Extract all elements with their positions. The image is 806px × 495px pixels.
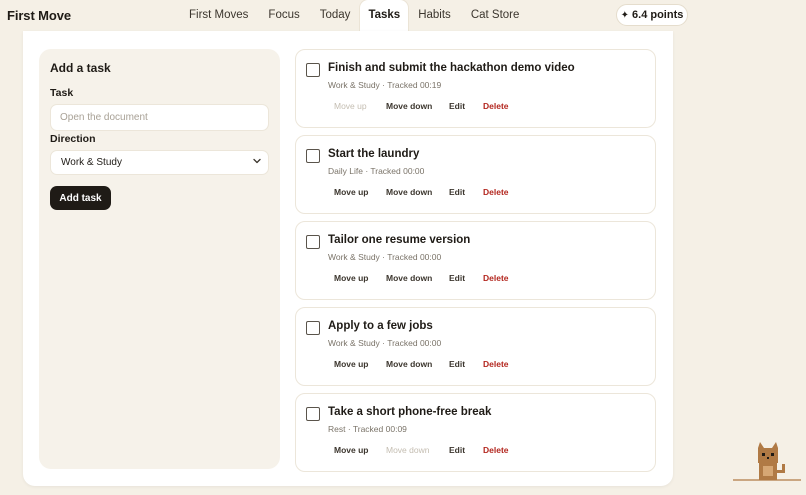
task-title: Finish and submit the hackathon demo vid… — [328, 62, 575, 74]
move-up-button[interactable]: Move up — [334, 445, 386, 455]
delete-button[interactable]: Delete — [483, 445, 509, 455]
edit-button[interactable]: Edit — [449, 359, 483, 369]
task-title: Apply to a few jobs — [328, 320, 433, 332]
edit-button[interactable]: Edit — [449, 445, 483, 455]
move-down-button[interactable]: Move down — [386, 359, 449, 369]
edit-button[interactable]: Edit — [449, 187, 483, 197]
edit-button[interactable]: Edit — [449, 273, 483, 283]
task-meta: Work & Study · Tracked 00:00 — [328, 252, 442, 262]
task-input[interactable] — [50, 104, 269, 131]
task-actions: Move up Move down Edit Delete — [334, 273, 509, 283]
direction-select-value: Work & Study — [61, 157, 122, 168]
task-card: Apply to a few jobs Work & Study · Track… — [295, 307, 656, 386]
tab-focus[interactable]: Focus — [258, 0, 309, 31]
move-down-button[interactable]: Move down — [386, 101, 449, 111]
task-actions: Move up Move down Edit Delete — [334, 101, 509, 111]
sparkle-icon: ✦ — [620, 9, 630, 21]
add-task-heading: Add a task — [50, 61, 111, 75]
move-up-button[interactable]: Move up — [334, 359, 386, 369]
edit-button[interactable]: Edit — [449, 101, 483, 111]
task-card: Tailor one resume version Work & Study ·… — [295, 221, 656, 300]
task-actions: Move up Move down Edit Delete — [334, 359, 509, 369]
tab-cat-store[interactable]: Cat Store — [461, 0, 530, 31]
points-badge[interactable]: ✦ 6.4 points — [616, 4, 688, 26]
task-actions: Move up Move down Edit Delete — [334, 187, 509, 197]
task-card: Start the laundry Daily Life · Tracked 0… — [295, 135, 656, 214]
tab-habits[interactable]: Habits — [408, 0, 461, 31]
task-field-label: Task — [50, 87, 74, 99]
task-title: Start the laundry — [328, 148, 420, 160]
task-meta: Work & Study · Tracked 00:00 — [328, 338, 442, 348]
delete-button[interactable]: Delete — [483, 359, 509, 369]
task-title: Take a short phone-free break — [328, 406, 492, 418]
direction-select[interactable]: Work & Study — [50, 150, 269, 175]
tab-today[interactable]: Today — [310, 0, 361, 31]
add-task-panel: Add a task Task Direction Work & Study A… — [39, 49, 280, 469]
app-brand[interactable]: First Move — [7, 8, 71, 23]
task-checkbox[interactable] — [306, 407, 320, 421]
move-up-button[interactable]: Move up — [334, 273, 386, 283]
task-meta: Work & Study · Tracked 00:19 — [328, 80, 442, 90]
delete-button[interactable]: Delete — [483, 187, 509, 197]
move-up-button[interactable]: Move up — [334, 187, 386, 197]
chevron-down-icon — [253, 158, 261, 164]
cat-icon[interactable] — [733, 440, 801, 484]
move-down-button[interactable]: Move down — [386, 273, 449, 283]
delete-button[interactable]: Delete — [483, 273, 509, 283]
tasks-card: Add a task Task Direction Work & Study A… — [23, 31, 673, 486]
move-up-button[interactable]: Move up — [334, 101, 386, 111]
main-nav: First Moves Focus Today Tasks Habits Cat… — [179, 0, 529, 31]
task-checkbox[interactable] — [306, 321, 320, 335]
add-task-button[interactable]: Add task — [50, 186, 111, 210]
tab-first-moves[interactable]: First Moves — [179, 0, 258, 31]
task-actions: Move up Move down Edit Delete — [334, 445, 509, 455]
move-down-button[interactable]: Move down — [386, 445, 449, 455]
task-card: Finish and submit the hackathon demo vid… — [295, 49, 656, 128]
task-card: Take a short phone-free break Rest · Tra… — [295, 393, 656, 472]
task-meta: Rest · Tracked 00:09 — [328, 424, 407, 434]
task-meta: Daily Life · Tracked 00:00 — [328, 166, 425, 176]
move-down-button[interactable]: Move down — [386, 187, 449, 197]
task-checkbox[interactable] — [306, 149, 320, 163]
top-bar: First Move First Moves Focus Today Tasks… — [0, 0, 806, 31]
points-label: 6.4 points — [632, 9, 684, 21]
tab-tasks[interactable]: Tasks — [360, 0, 409, 31]
task-checkbox[interactable] — [306, 63, 320, 77]
direction-field-label: Direction — [50, 133, 96, 145]
task-checkbox[interactable] — [306, 235, 320, 249]
task-title: Tailor one resume version — [328, 234, 471, 246]
delete-button[interactable]: Delete — [483, 101, 509, 111]
